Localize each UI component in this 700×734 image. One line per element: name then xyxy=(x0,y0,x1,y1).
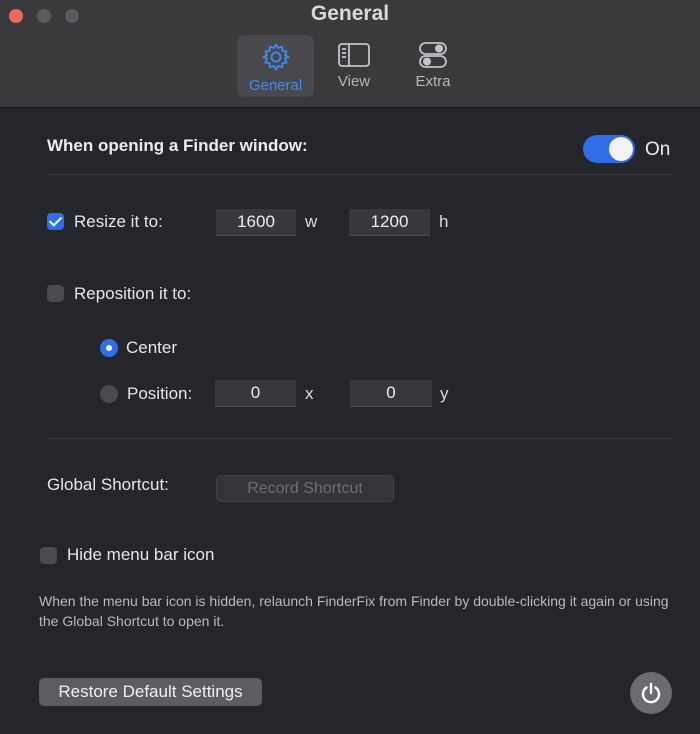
hide-menu-bar-icon-checkbox[interactable] xyxy=(40,547,57,564)
sidebar-window-icon xyxy=(338,43,370,67)
reposition-label: Reposition it to: xyxy=(74,284,192,303)
center-label: Center xyxy=(126,338,178,357)
power-icon xyxy=(641,682,661,704)
help-text: When the menu bar icon is hidden, relaun… xyxy=(39,593,669,629)
record-shortcut-button[interactable]: Record Shortcut xyxy=(216,475,394,502)
tab-label: View xyxy=(337,73,371,90)
tab-extra[interactable]: Extra xyxy=(402,35,464,97)
resize-label: Resize it to: xyxy=(74,212,163,231)
resize-width-field[interactable]: 1600 xyxy=(216,209,296,236)
tab-view[interactable]: View xyxy=(322,35,386,97)
reposition-checkbox[interactable] xyxy=(47,285,64,302)
restore-default-settings-button[interactable]: Restore Default Settings xyxy=(39,678,262,706)
tab-label: Extra xyxy=(415,73,451,90)
global-shortcut-label: Global Shortcut: xyxy=(47,475,169,494)
gear-icon xyxy=(262,43,289,71)
position-x-field[interactable]: 0 xyxy=(215,380,296,407)
tab-label: General xyxy=(248,77,303,94)
divider xyxy=(47,438,673,439)
quit-button[interactable] xyxy=(630,672,672,714)
preferences-window: General General View Extra When opening … xyxy=(0,0,700,734)
position-y-field[interactable]: 0 xyxy=(350,380,432,407)
resize-height-field[interactable]: 1200 xyxy=(349,209,430,236)
finder-heading: When opening a Finder window: xyxy=(47,136,308,155)
height-unit-label: h xyxy=(439,212,449,231)
center-radio[interactable] xyxy=(100,339,118,357)
titlebar: General General View Extra xyxy=(0,0,700,108)
tab-general[interactable]: General xyxy=(237,35,314,97)
toggle-state-label: On xyxy=(645,139,671,160)
hide-menu-bar-icon-label: Hide menu bar icon xyxy=(67,545,215,564)
resize-checkbox[interactable] xyxy=(47,213,64,230)
y-unit-label: y xyxy=(440,384,449,403)
window-title: General xyxy=(310,2,390,25)
position-label: Position: xyxy=(127,384,193,403)
toggles-icon xyxy=(419,42,447,68)
width-unit-label: w xyxy=(305,212,318,231)
toggle-knob xyxy=(609,137,633,161)
divider xyxy=(47,174,673,175)
position-radio[interactable] xyxy=(100,385,118,403)
x-unit-label: x xyxy=(305,384,314,403)
finder-toggle-switch[interactable] xyxy=(583,135,635,163)
